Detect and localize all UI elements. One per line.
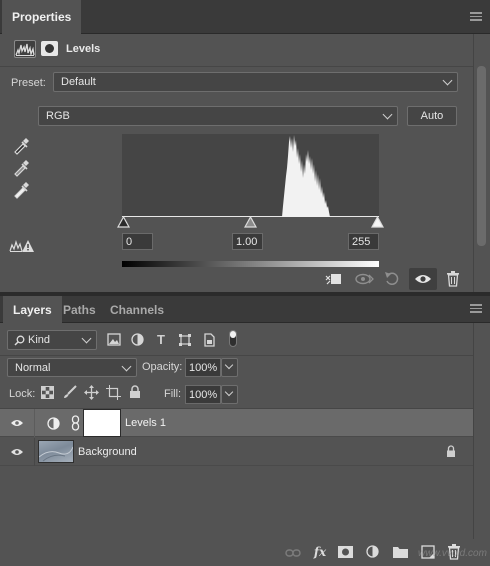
- opacity-field[interactable]: 100%: [185, 358, 221, 377]
- input-black-field[interactable]: 0: [122, 233, 153, 250]
- add-layer-mask-icon[interactable]: [338, 546, 353, 558]
- layer-mask-thumbnail[interactable]: [83, 409, 121, 437]
- properties-panel-menu-icon[interactable]: [470, 12, 482, 21]
- filter-kind-dropdown[interactable]: Kind: [7, 330, 97, 350]
- new-group-folder-icon[interactable]: [393, 546, 408, 558]
- shape-layer-filter-icon[interactable]: [178, 333, 192, 347]
- layer-visibility-toggle[interactable]: [0, 409, 34, 437]
- delete-adjustment-icon[interactable]: [446, 271, 460, 287]
- watermark: www.vvoid.com: [418, 548, 487, 559]
- input-gamma-field[interactable]: 1.00: [232, 233, 263, 250]
- properties-scrollbar-thumb[interactable]: [477, 66, 486, 246]
- search-icon: [14, 335, 25, 346]
- properties-panel: Levels Preset: Default RGB Auto 0 1.00 2…: [0, 34, 490, 292]
- tab-channels[interactable]: Channels: [100, 296, 174, 323]
- layers-footer: fx www.vvoid.com: [0, 539, 487, 566]
- properties-tab-bar: Properties: [0, 0, 490, 34]
- layer-mask-icon[interactable]: [41, 41, 58, 56]
- layer-row-levels[interactable]: Levels 1: [0, 409, 473, 437]
- eye-icon: [11, 420, 23, 426]
- tab-paths[interactable]: Paths: [53, 296, 106, 323]
- adjustment-title: Levels: [66, 43, 101, 55]
- channel-value: RGB: [46, 110, 70, 122]
- properties-scrollbar[interactable]: [473, 34, 490, 292]
- gray-point-eyedropper-icon[interactable]: [12, 159, 30, 177]
- input-white-value: 255: [352, 235, 371, 248]
- fill-label: Fill:: [164, 388, 182, 400]
- toggle-layer-visibility-icon[interactable]: [409, 268, 437, 290]
- tab-channels-label: Channels: [110, 302, 165, 317]
- preset-label: Preset:: [11, 77, 46, 89]
- white-input-slider-handle[interactable]: [370, 215, 385, 228]
- layer-locked-icon: [446, 445, 456, 458]
- channel-dropdown[interactable]: RGB: [38, 106, 398, 126]
- input-gamma-value: 1.00: [236, 235, 258, 248]
- input-black-value: 0: [126, 235, 133, 248]
- blend-mode-value: Normal: [15, 361, 51, 374]
- adjustment-layer-icon: [47, 417, 60, 430]
- fill-slider-toggle[interactable]: [221, 385, 238, 404]
- clipping-warning-icon[interactable]: [9, 239, 35, 253]
- layer-name[interactable]: Levels 1: [125, 417, 166, 429]
- gamma-input-slider-handle[interactable]: [243, 215, 258, 228]
- filter-toggle-switch[interactable]: [229, 330, 237, 347]
- lock-artboard-icon[interactable]: [106, 385, 121, 400]
- layer-visibility-toggle[interactable]: [0, 438, 34, 466]
- opacity-value: 100%: [189, 361, 218, 374]
- type-layer-filter-icon[interactable]: T: [154, 331, 168, 347]
- layers-panel-menu-icon[interactable]: [470, 304, 482, 313]
- chevron-down-icon: [382, 109, 393, 120]
- divider: [0, 66, 473, 67]
- preset-dropdown[interactable]: Default: [53, 72, 458, 92]
- link-layers-icon[interactable]: [285, 548, 301, 558]
- chevron-down-icon: [224, 360, 234, 370]
- opacity-slider-toggle[interactable]: [221, 358, 238, 377]
- auto-button-label: Auto: [420, 110, 444, 122]
- levels-adjustment-icon: [14, 40, 36, 58]
- new-fill-adjustment-layer-icon[interactable]: [366, 545, 379, 558]
- auto-button[interactable]: Auto: [407, 106, 457, 126]
- tab-properties[interactable]: Properties: [2, 0, 82, 34]
- eye-icon: [11, 449, 23, 455]
- layers-scrollbar[interactable]: [473, 323, 490, 539]
- properties-footer: [0, 266, 473, 292]
- view-previous-state-icon[interactable]: [354, 272, 374, 286]
- chevron-down-icon: [81, 333, 92, 344]
- chevron-down-icon: [224, 387, 234, 397]
- filter-kind-value: Kind: [28, 334, 51, 346]
- layer-name[interactable]: Background: [78, 446, 137, 458]
- layers-panel: Kind T Normal Opacity: 100% Lock: Fill: …: [0, 323, 490, 566]
- lock-image-pixels-icon[interactable]: [63, 385, 77, 399]
- input-white-field[interactable]: 255: [348, 233, 379, 250]
- reset-to-defaults-icon[interactable]: [384, 271, 400, 286]
- chevron-down-icon: [442, 75, 453, 86]
- tab-layers-label: Layers: [13, 302, 52, 317]
- mask-link-chain-icon[interactable]: [71, 415, 80, 431]
- lock-label: Lock:: [9, 388, 36, 400]
- adjustment-layer-filter-icon[interactable]: [131, 333, 144, 346]
- opacity-label: Opacity:: [142, 361, 183, 373]
- clip-to-layer-icon[interactable]: [324, 272, 344, 286]
- layers-tab-bar: Layers Paths Channels: [0, 296, 490, 323]
- lock-all-icon[interactable]: [129, 385, 141, 399]
- white-point-eyedropper-icon[interactable]: [12, 181, 30, 199]
- layer-row-background[interactable]: Background: [0, 438, 473, 466]
- smart-object-filter-icon[interactable]: [203, 333, 216, 347]
- lock-position-icon[interactable]: [84, 385, 99, 400]
- fill-field[interactable]: 100%: [185, 385, 221, 404]
- black-point-eyedropper-icon[interactable]: [12, 137, 30, 155]
- tab-properties-label: Properties: [12, 10, 72, 24]
- lock-transparent-pixels-icon[interactable]: [41, 386, 54, 399]
- fill-value: 100%: [189, 388, 218, 401]
- preset-value: Default: [61, 76, 96, 88]
- layer-style-fx-icon[interactable]: fx: [311, 544, 329, 560]
- pixel-layer-filter-icon[interactable]: [107, 333, 121, 346]
- levels-histogram: [122, 134, 379, 217]
- tab-paths-label: Paths: [63, 302, 96, 317]
- blend-mode-dropdown[interactable]: Normal: [7, 358, 137, 377]
- divider: [0, 355, 473, 356]
- layer-image-thumbnail[interactable]: [38, 440, 74, 463]
- chevron-down-icon: [121, 361, 132, 372]
- black-input-slider-handle[interactable]: [116, 215, 131, 228]
